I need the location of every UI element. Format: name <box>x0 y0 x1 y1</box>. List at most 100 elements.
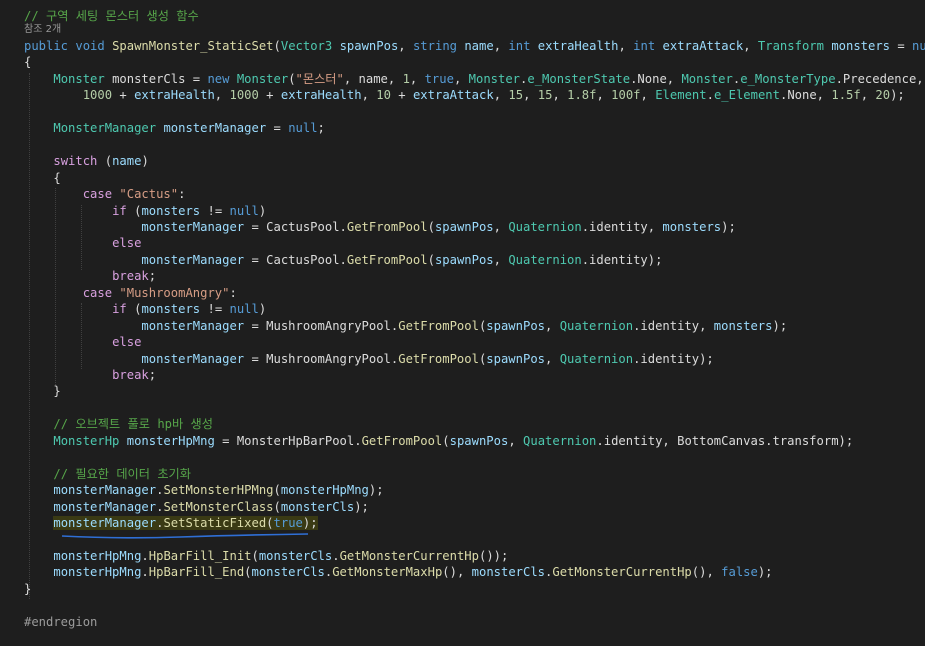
code-token: : <box>229 285 237 300</box>
code-token: GetMonsterCurrentHp <box>552 565 692 580</box>
code-token: .identity); <box>581 252 663 267</box>
code-token: , <box>618 39 634 53</box>
code-token: + <box>112 88 135 103</box>
code-token: ( <box>97 154 113 169</box>
code-token: , <box>552 88 568 103</box>
code-token: 10 <box>376 88 391 103</box>
code-token: name <box>112 154 142 169</box>
code-token: Quaternion <box>523 433 597 448</box>
code-token: spawnPos <box>486 351 545 366</box>
code-token: monsterManager <box>53 483 157 498</box>
code-token: null <box>912 39 925 53</box>
code-token: case <box>82 187 113 202</box>
code-token: monsterHpMng <box>280 483 369 498</box>
code-token: GetFromPool <box>398 318 479 333</box>
code-token: , <box>545 351 560 366</box>
code-token: monsters <box>713 318 773 333</box>
code-line-signature: public void SpawnMonster_StaticSet(Vecto… <box>0 38 925 54</box>
code-token: else <box>112 335 142 350</box>
code-token: Vector3 <box>280 39 333 53</box>
code-token: ( <box>244 565 252 580</box>
code-line-monster-args: 1000 + extraHealth, 1000 + extraHealth, … <box>0 87 925 103</box>
code-line-open-brace: { <box>0 54 925 70</box>
code-token: public <box>24 39 69 53</box>
code-token: spawnPos <box>486 318 545 333</box>
code-token: break <box>112 269 149 284</box>
code-token: , <box>453 71 469 86</box>
code-token: .None, <box>630 71 682 86</box>
code-token: { <box>24 55 32 70</box>
code-token: ( <box>266 516 274 531</box>
code-line-set-hpmng: monsterManager.SetMonsterHPMng(monsterHp… <box>0 482 925 498</box>
code-token: .identity, BottomCanvas.transform); <box>596 433 854 448</box>
code-token: Quaternion <box>559 318 634 333</box>
code-token: . <box>141 548 149 563</box>
code-token: ) <box>141 154 149 169</box>
code-token: GetFromPool <box>361 433 443 448</box>
code-token: GetFromPool <box>398 351 479 366</box>
code-token: // 구역 세팅 몬스터 생성 함수 <box>24 9 199 23</box>
squiggle-underline <box>61 533 309 539</box>
code-token: , <box>361 88 377 103</box>
code-token: true <box>273 516 303 531</box>
code-token: spawnPos <box>449 433 509 448</box>
code-token: Monster <box>53 71 105 86</box>
code-token: , <box>493 219 509 234</box>
indent-guide <box>81 303 82 369</box>
code-line-set-static-fixed: monsterManager.SetStaticFixed(true); <box>0 515 925 531</box>
code-token: #endregion <box>24 614 98 629</box>
code-token: Quaternion <box>508 219 582 234</box>
code-token: ( <box>251 548 259 563</box>
code-token: 15 <box>537 88 553 103</box>
code-token: .identity, <box>633 318 714 333</box>
code-editor[interactable]: // 구역 세팅 몬스터 생성 함수 참조 2개 public void Spa… <box>0 0 925 646</box>
codelens-references[interactable]: 참조 2개 <box>0 23 925 37</box>
code-token: , <box>214 88 230 103</box>
code-token: if <box>112 302 127 317</box>
code-token: 1000 <box>82 88 113 103</box>
code-token: false <box>721 565 758 580</box>
code-token: ( <box>126 302 142 317</box>
code-line-switch: switch (name) <box>0 153 925 169</box>
code-line-case-cactus: case "Cactus": <box>0 186 925 202</box>
code-token: 15 <box>508 88 524 103</box>
code-token: ( <box>273 483 281 498</box>
code-token: ( <box>273 39 281 53</box>
code-token: int <box>633 39 656 53</box>
code-token: monsterManager <box>53 516 157 531</box>
code-token: void <box>75 39 105 53</box>
code-token: , <box>493 88 509 103</box>
code-token: ); <box>368 483 384 498</box>
code-token: monsterManager <box>53 499 157 514</box>
code-token: .identity); <box>633 351 714 366</box>
code-token: spawnPos <box>339 39 399 53</box>
code-token: monsterCls <box>471 565 546 580</box>
indent-guide <box>81 204 82 271</box>
code-token: monsterManager <box>163 121 267 136</box>
code-token: ( <box>427 252 435 267</box>
code-token: , <box>743 39 758 53</box>
code-token: break <box>112 368 149 382</box>
code-token: extraAttack <box>412 88 494 103</box>
code-token: 1 <box>402 71 410 86</box>
code-token: 100f <box>611 88 641 103</box>
code-token: + <box>258 88 281 103</box>
code-token: Monster <box>236 71 289 86</box>
code-token: , <box>398 39 413 53</box>
code-token: ; <box>148 269 157 284</box>
code-token: ( <box>273 499 281 514</box>
code-token: 1.8f <box>567 88 597 103</box>
code-line-case-mushroom: case "MushroomAngry": <box>0 285 925 301</box>
code-token: = <box>266 121 289 136</box>
code-token: "MushroomAngry" <box>119 285 230 300</box>
code-token: monsterManager <box>141 318 245 333</box>
code-token: Transform <box>757 39 824 53</box>
code-token: e_MonsterType <box>740 71 836 86</box>
